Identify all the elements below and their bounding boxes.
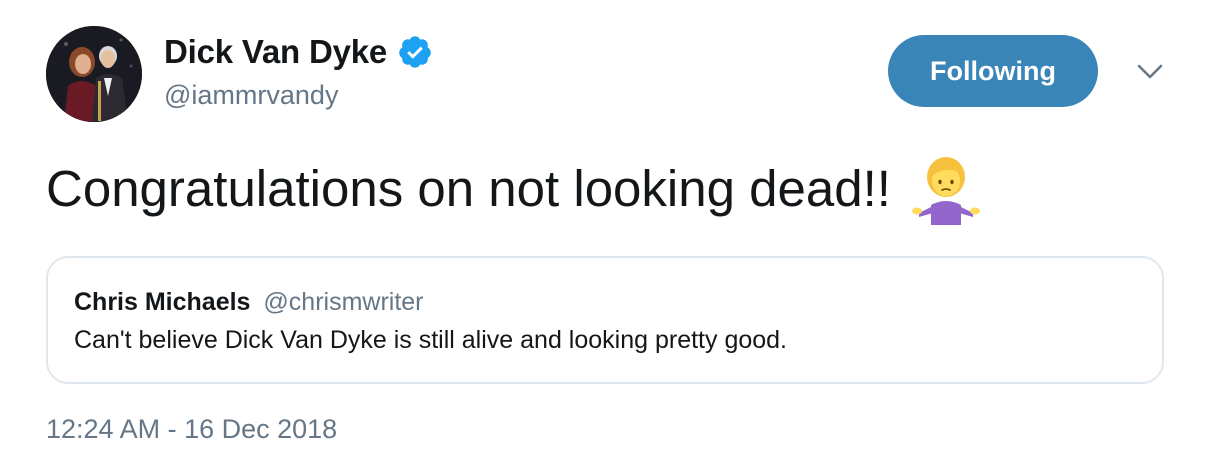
verified-badge-icon: [397, 34, 433, 70]
tweet-text-body: Congratulations on not looking dead!!: [46, 160, 891, 217]
woman-shrugging-emoji-icon: [911, 153, 981, 225]
author-handle[interactable]: @iammrvandy: [164, 80, 338, 111]
author-display-name[interactable]: Dick Van Dyke: [164, 33, 387, 71]
chevron-down-icon[interactable]: [1136, 62, 1164, 82]
quoted-author-handle: @chrismwriter: [263, 288, 424, 316]
quoted-tweet-header: Chris Michaels @chrismwriter: [74, 288, 424, 317]
tweet-text: Congratulations on not looking dead!!: [46, 153, 981, 225]
author-name-row: Dick Van Dyke: [164, 30, 433, 74]
author-avatar[interactable]: [46, 26, 142, 122]
avatar-photo-icon: [46, 26, 142, 122]
quoted-tweet[interactable]: Chris Michaels @chrismwriter Can't belie…: [46, 256, 1164, 384]
tweet-timestamp[interactable]: 12:24 AM - 16 Dec 2018: [46, 414, 337, 445]
quoted-author-name: Chris Michaels: [74, 288, 251, 316]
tweet-card: Dick Van Dyke @iammrvandy Following Cong…: [0, 0, 1214, 472]
following-button[interactable]: Following: [888, 35, 1098, 107]
quoted-tweet-text: Can't believe Dick Van Dyke is still ali…: [74, 326, 788, 354]
